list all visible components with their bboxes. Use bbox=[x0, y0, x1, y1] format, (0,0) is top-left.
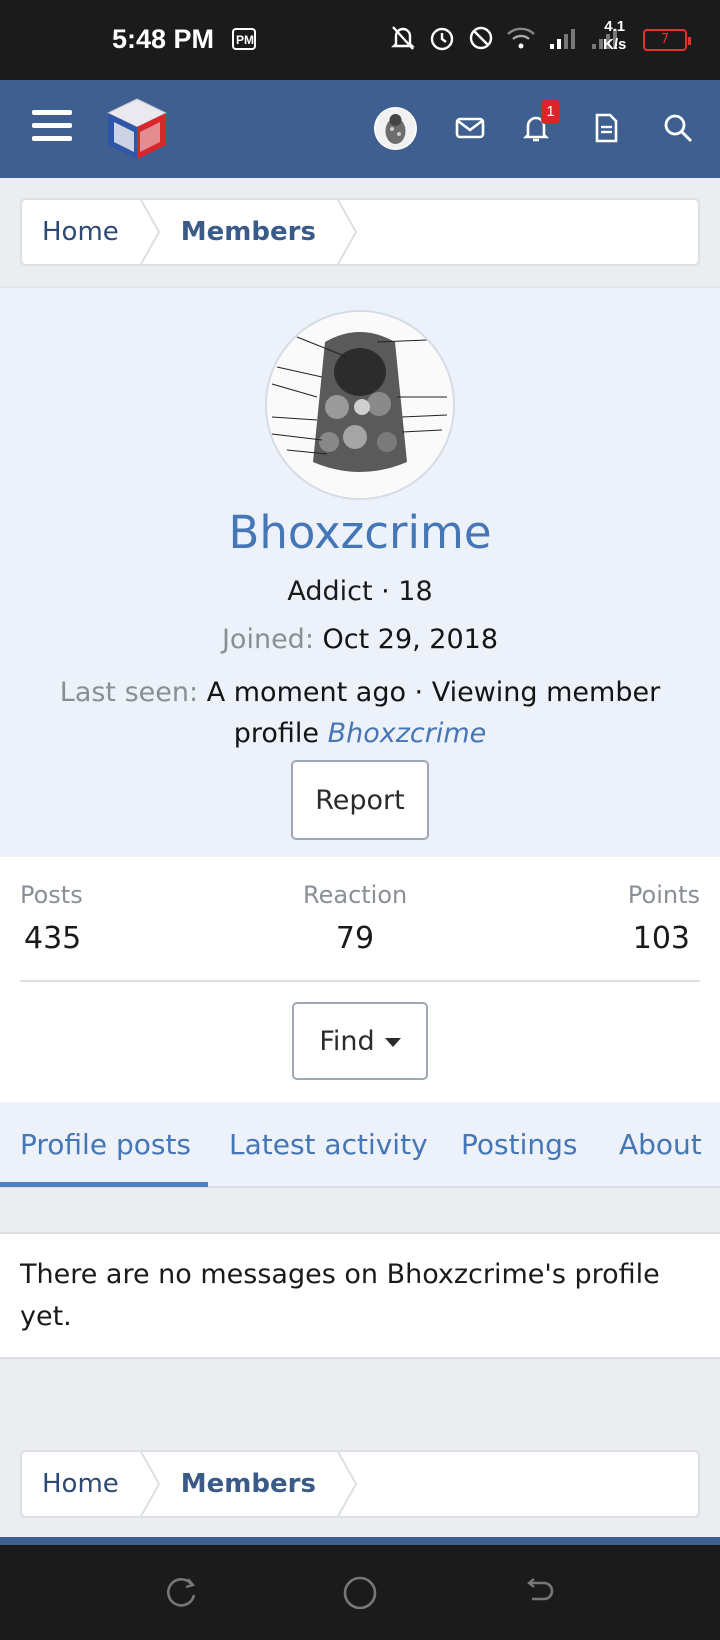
wifi-icon bbox=[507, 27, 535, 49]
stat-points-value: 103 bbox=[632, 921, 690, 956]
joined-value: Oct 29, 2018 bbox=[322, 624, 499, 655]
bell-off-icon bbox=[391, 26, 415, 50]
breadcrumb-members[interactable]: Members bbox=[161, 1452, 336, 1516]
breadcrumb-bottom: Home Members bbox=[20, 1450, 700, 1518]
home-icon[interactable] bbox=[342, 1575, 378, 1611]
pm-icon: PM bbox=[232, 28, 256, 50]
alarm-icon bbox=[430, 27, 454, 51]
signal-icon bbox=[550, 29, 575, 49]
speed-unit: K/s bbox=[603, 36, 627, 53]
breadcrumb: Home Members bbox=[20, 198, 700, 266]
tab-profile-posts[interactable]: Profile posts bbox=[20, 1128, 191, 1161]
status-time: 5:48 PM bbox=[112, 24, 215, 54]
system-nav-bar bbox=[0, 1545, 720, 1640]
stat-posts[interactable]: Posts 435 bbox=[20, 881, 83, 956]
last-seen-line: Last seen: A moment ago · Viewing member… bbox=[40, 672, 680, 754]
stat-points-label: Points bbox=[627, 881, 700, 909]
stat-points[interactable]: Points 103 bbox=[628, 881, 700, 956]
tab-postings[interactable]: Postings bbox=[461, 1128, 577, 1161]
speed-value: 4.1 bbox=[604, 18, 626, 35]
svg-text:PM: PM bbox=[236, 33, 254, 47]
network-speed: 4.1 K/s bbox=[603, 18, 626, 54]
notification-badge: 1 bbox=[541, 100, 560, 124]
breadcrumb-home[interactable]: Home bbox=[22, 1452, 139, 1516]
profile-avatar[interactable] bbox=[265, 310, 455, 500]
breadcrumb-separator bbox=[336, 1452, 358, 1516]
recents-icon[interactable] bbox=[164, 1575, 198, 1609]
caret-down-icon bbox=[384, 1038, 401, 1047]
status-icons: ! bbox=[390, 24, 620, 52]
profile-tabs: Profile posts Latest activity Postings A… bbox=[0, 1102, 720, 1188]
battery-icon: 7 bbox=[643, 29, 691, 51]
joined-label: Joined: bbox=[221, 624, 314, 655]
hamburger-menu-icon[interactable] bbox=[32, 110, 72, 146]
tab-active-indicator bbox=[0, 1182, 208, 1187]
status-bar: 5:48 PM PM ! 4.1 K/s 7 bbox=[0, 0, 720, 80]
divider bbox=[20, 980, 700, 982]
document-icon[interactable] bbox=[590, 112, 622, 144]
dnd-icon bbox=[469, 26, 493, 50]
breadcrumb-home[interactable]: Home bbox=[22, 200, 139, 264]
breadcrumb-separator bbox=[139, 1452, 160, 1516]
breadcrumb-members[interactable]: Members bbox=[161, 200, 336, 264]
user-title: Addict · 18 bbox=[287, 576, 433, 607]
breadcrumb-separator bbox=[139, 200, 160, 264]
stats-panel: Posts 435 Reaction 79 Points 103 Find bbox=[0, 857, 720, 1102]
report-button[interactable]: Report bbox=[291, 760, 429, 840]
find-label: Find bbox=[319, 1025, 375, 1057]
tab-about[interactable]: About bbox=[619, 1128, 702, 1161]
stat-reaction-label: Reaction bbox=[303, 881, 408, 909]
site-logo[interactable] bbox=[104, 96, 170, 162]
stat-posts-label: Posts bbox=[20, 881, 83, 909]
profile-messages: There are no messages on Bhoxzcrime's pr… bbox=[0, 1232, 720, 1359]
last-seen-link[interactable]: Bhoxzcrime bbox=[328, 718, 487, 749]
breadcrumb-separator bbox=[336, 200, 358, 264]
find-button[interactable]: Find bbox=[292, 1002, 428, 1080]
stat-posts-value: 435 bbox=[24, 921, 82, 956]
back-icon[interactable] bbox=[522, 1575, 556, 1609]
inbox-icon[interactable] bbox=[454, 112, 486, 144]
user-avatar[interactable] bbox=[374, 107, 417, 150]
tab-latest-activity[interactable]: Latest activity bbox=[229, 1128, 428, 1161]
profile-card: Bhoxzcrime Addict · 18 Joined: Oct 29, 2… bbox=[0, 286, 720, 857]
app-header bbox=[0, 80, 720, 178]
last-seen-label: Last seen: bbox=[59, 677, 199, 708]
empty-messages-text: There are no messages on Bhoxzcrime's pr… bbox=[20, 1259, 660, 1332]
stat-reaction-value: 79 bbox=[335, 921, 375, 956]
footer-strip bbox=[0, 1537, 720, 1545]
stat-reaction[interactable]: Reaction 79 bbox=[303, 881, 407, 956]
profile-username[interactable]: Bhoxzcrime bbox=[0, 506, 720, 559]
search-icon[interactable] bbox=[662, 112, 694, 144]
joined-line: Joined: Oct 29, 2018 bbox=[0, 624, 720, 655]
